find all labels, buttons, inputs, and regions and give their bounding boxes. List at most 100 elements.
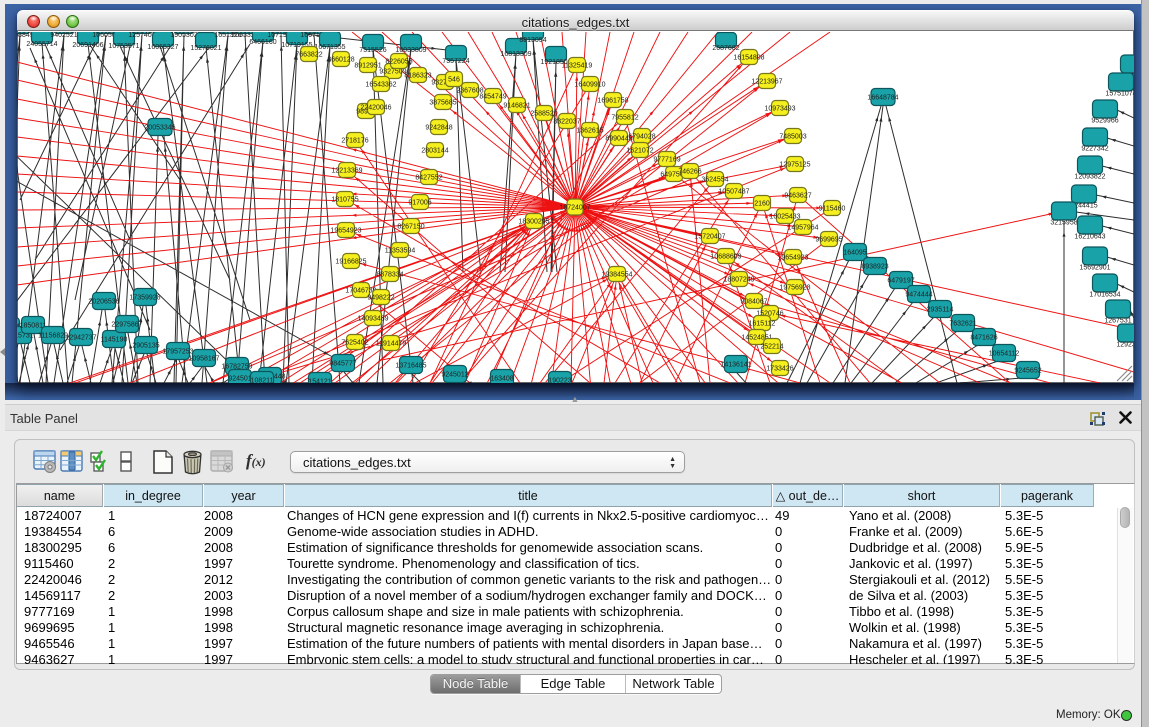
- svg-text:11325419: 11325419: [562, 63, 593, 70]
- svg-text:12213967: 12213967: [751, 79, 782, 86]
- svg-text:16055327: 16055327: [147, 44, 178, 51]
- svg-text:8322037: 8322037: [553, 119, 580, 126]
- svg-text:8267150: 8267150: [397, 224, 424, 231]
- svg-text:17957253: 17957253: [162, 349, 193, 356]
- svg-text:1257402: 1257402: [128, 32, 155, 39]
- svg-text:8226058: 8226058: [385, 59, 412, 66]
- svg-text:8660128: 8660128: [327, 57, 354, 64]
- svg-text:16813309: 16813309: [500, 51, 531, 58]
- svg-text:9245012: 9245012: [441, 372, 468, 379]
- svg-text:7663822: 7663822: [295, 52, 322, 59]
- svg-text:12942737: 12942737: [65, 335, 96, 342]
- svg-text:12975125: 12975125: [779, 162, 810, 169]
- svg-text:9529966: 9529966: [1091, 118, 1118, 125]
- svg-text:19654923: 19654923: [330, 228, 361, 235]
- svg-text:15692901: 15692901: [1079, 265, 1110, 272]
- svg-text:14957964: 14957964: [787, 225, 818, 232]
- svg-text:9498222: 9498222: [367, 295, 394, 302]
- svg-text:1615112: 1615112: [749, 321, 776, 328]
- svg-text:1733426: 1733426: [766, 366, 793, 373]
- svg-text:12093822: 12093822: [1074, 174, 1105, 181]
- svg-text:9474444: 9474444: [905, 292, 932, 299]
- svg-text:1292344: 1292344: [1116, 342, 1134, 349]
- svg-text:24055714: 24055714: [26, 41, 57, 48]
- svg-text:16648784: 16648784: [867, 95, 898, 102]
- svg-text:2803144: 2803144: [421, 148, 448, 155]
- svg-text:3624554: 3624554: [701, 177, 728, 184]
- svg-text:9699695: 9699695: [815, 237, 842, 244]
- svg-text:20206536: 20206536: [88, 299, 119, 306]
- svg-text:10025433: 10025433: [769, 214, 800, 221]
- svg-text:2935114: 2935114: [927, 307, 954, 314]
- svg-text:8938923: 8938923: [861, 264, 888, 271]
- svg-text:22420046: 22420046: [360, 105, 391, 112]
- svg-text:546: 546: [448, 77, 460, 84]
- svg-text:9245652: 9245652: [1014, 368, 1041, 375]
- svg-text:6794028: 6794028: [628, 134, 655, 141]
- svg-text:1621072: 1621072: [626, 148, 653, 155]
- svg-text:22975867: 22975867: [111, 322, 142, 329]
- svg-text:3875685: 3875685: [429, 100, 456, 107]
- svg-text:9146821: 9146821: [503, 103, 530, 110]
- svg-text:746266: 746266: [678, 169, 701, 176]
- svg-text:14136141: 14136141: [720, 362, 751, 369]
- svg-text:2905135: 2905135: [132, 343, 159, 350]
- svg-text:7515526: 7515526: [359, 47, 386, 54]
- svg-text:9402521: 9402521: [50, 32, 77, 39]
- svg-text:7955812: 7955812: [611, 115, 638, 122]
- svg-text:13716485: 13716485: [395, 363, 426, 370]
- svg-text:6466160: 6466160: [249, 39, 276, 46]
- svg-text:19756928: 19756928: [779, 285, 810, 292]
- svg-text:8186323: 8186323: [404, 73, 431, 80]
- svg-text:15276021: 15276021: [190, 45, 221, 52]
- svg-text:18807249: 18807249: [723, 277, 754, 284]
- svg-text:163408: 163408: [490, 376, 513, 383]
- svg-text:9115460: 9115460: [819, 206, 846, 213]
- svg-text:11914479: 11914479: [376, 341, 407, 348]
- svg-text:10688609: 10688609: [710, 254, 741, 261]
- svg-text:17016534: 17016534: [1089, 292, 1120, 299]
- svg-text:12213369: 12213369: [331, 168, 362, 175]
- svg-text:252214: 252214: [760, 344, 783, 351]
- svg-text:20691406: 20691406: [72, 42, 103, 49]
- svg-text:8454749: 8454749: [479, 94, 506, 101]
- svg-text:19166825: 19166825: [335, 259, 366, 266]
- svg-text:16961758: 16961758: [597, 98, 628, 105]
- svg-text:11156829: 11156829: [38, 333, 68, 340]
- svg-text:19654923: 19654923: [777, 255, 808, 262]
- svg-text:9463627: 9463627: [784, 193, 811, 200]
- svg-text:10507487: 10507487: [718, 189, 749, 196]
- svg-text:7625402: 7625402: [341, 340, 368, 347]
- svg-text:9242848: 9242848: [425, 125, 452, 132]
- svg-text:18724007: 18724007: [559, 205, 590, 212]
- svg-text:16154808: 16154808: [733, 55, 764, 62]
- svg-text:16409910: 16409910: [574, 82, 605, 89]
- svg-text:10654112: 10654112: [989, 351, 1020, 358]
- svg-text:1810755: 1810755: [331, 197, 358, 204]
- svg-text:2687682: 2687682: [712, 45, 739, 52]
- svg-text:1905302: 1905302: [170, 32, 197, 39]
- svg-text:9227342: 9227342: [1081, 146, 1108, 153]
- svg-text:9777169: 9777169: [653, 157, 680, 164]
- svg-text:10753571: 10753571: [108, 43, 139, 50]
- svg-text:164095: 164095: [843, 250, 866, 257]
- svg-text:8813054: 8813054: [519, 37, 546, 44]
- svg-text:11353594: 11353594: [385, 248, 416, 255]
- svg-text:8427552: 8427552: [415, 175, 442, 182]
- svg-text:8471626: 8471626: [970, 335, 997, 342]
- svg-text:10973493: 10973493: [764, 106, 795, 113]
- svg-text:19384554: 19384554: [601, 272, 632, 279]
- svg-text:17359928: 17359928: [129, 295, 160, 302]
- svg-text:1145190: 1145190: [101, 337, 128, 344]
- svg-text:10958167: 10958167: [188, 356, 219, 363]
- svg-text:917006: 917006: [408, 200, 431, 207]
- svg-text:15751074: 15751074: [1105, 91, 1134, 98]
- svg-text:9327509: 9327509: [379, 69, 406, 76]
- svg-text:2718176: 2718176: [341, 138, 368, 145]
- svg-text:2160: 2160: [754, 201, 770, 208]
- svg-text:924501: 924501: [228, 376, 251, 383]
- svg-text:20053346: 20053346: [144, 125, 175, 132]
- svg-text:18300295: 18300295: [518, 219, 549, 226]
- svg-text:16671355: 16671355: [314, 44, 345, 51]
- svg-text:15720407: 15720407: [694, 234, 725, 241]
